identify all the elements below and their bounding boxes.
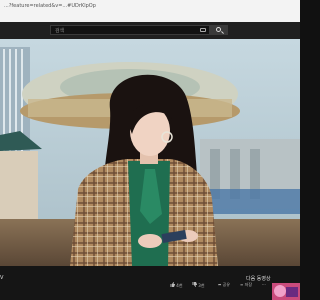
thumbs-up-icon — [170, 282, 175, 287]
search-placeholder: 검색 — [55, 28, 65, 34]
thumbs-down-icon — [192, 282, 197, 287]
next-video-label: 다음 동영상 — [246, 276, 271, 282]
like-count: 4천 — [176, 283, 183, 288]
search-button[interactable] — [210, 25, 228, 35]
save-button[interactable]: ≡ 저장 — [240, 282, 252, 290]
thumbnail-image — [272, 283, 300, 300]
browser-url-bar[interactable]: ...?feature=related&v=...#UDrKlpOp — [0, 0, 300, 23]
site-header: 검색 — [0, 22, 300, 39]
playlist-add-icon: ≡ — [240, 282, 244, 287]
share-label: 공유 — [222, 282, 231, 287]
keyboard-icon[interactable] — [200, 28, 206, 32]
search-icon — [216, 27, 221, 32]
dislike-button[interactable]: 3천 — [192, 282, 205, 290]
more-actions-button[interactable]: ··· — [262, 282, 266, 290]
save-label: 저장 — [244, 282, 253, 287]
share-button[interactable]: ➦ 공유 — [218, 282, 230, 290]
video-player[interactable] — [0, 39, 300, 266]
video-info-panel — [0, 266, 300, 300]
video-frame — [0, 39, 300, 266]
video-title[interactable]: V — [0, 275, 3, 281]
more-label: ··· — [262, 282, 266, 287]
share-icon: ➦ — [218, 282, 222, 287]
next-video-thumbnail[interactable] — [272, 283, 300, 300]
url-text: ...?feature=related&v=...#UDrKlpOp — [4, 3, 96, 9]
like-button[interactable]: 4천 — [170, 282, 183, 290]
search-input[interactable]: 검색 — [50, 25, 210, 35]
dislike-count: 3천 — [198, 283, 205, 288]
